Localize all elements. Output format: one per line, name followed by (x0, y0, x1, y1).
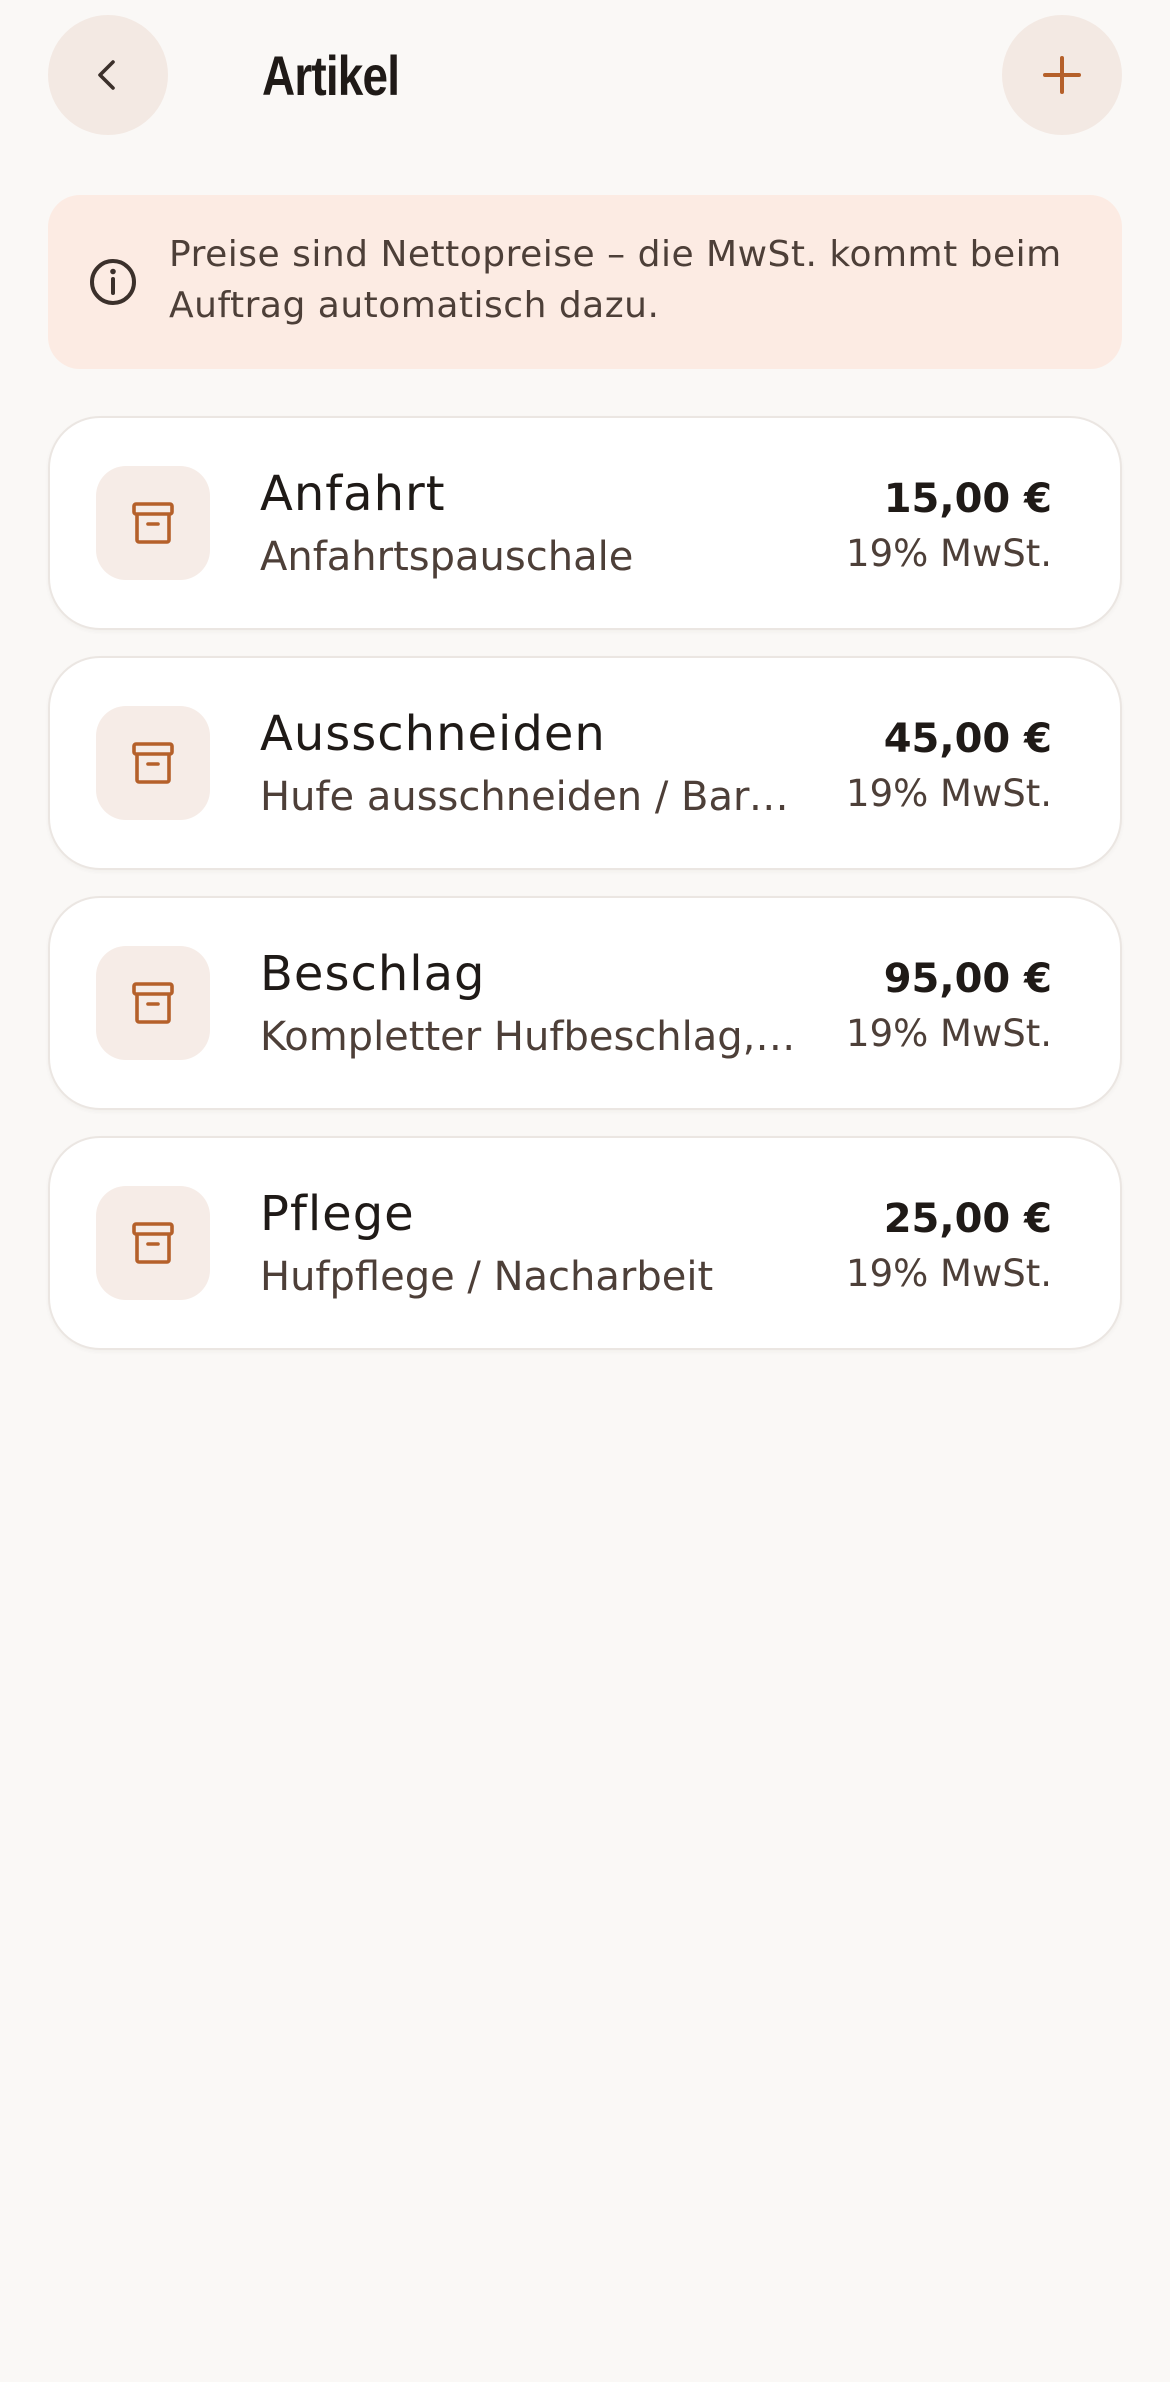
article-item-ausschneiden[interactable]: Ausschneiden Hufe ausschneiden / Barhuf … (48, 656, 1122, 870)
add-article-button[interactable] (1002, 15, 1122, 135)
article-name: Ausschneiden (260, 706, 606, 762)
archive-box-icon (132, 742, 174, 784)
archive-box-icon (132, 1222, 174, 1264)
article-description: Hufpflege / Nacharbeit (260, 1254, 714, 1300)
article-description: Hufe ausschneiden / Barhuf (260, 774, 800, 820)
article-tax-rate: 19% MwSt. (846, 1012, 1052, 1055)
article-icon-container (96, 706, 210, 820)
article-name: Pflege (260, 1186, 415, 1242)
info-banner: Preise sind Nettopreise – die MwSt. komm… (48, 195, 1122, 369)
article-description: Anfahrtspauschale (260, 534, 634, 580)
article-name: Beschlag (260, 946, 486, 1002)
chevron-left-icon (98, 60, 115, 90)
article-item-pflege[interactable]: Pflege Hufpflege / Nacharbeit 25,00 € 19… (48, 1136, 1122, 1350)
article-icon-container (96, 466, 210, 580)
article-list: Anfahrt Anfahrtspauschale 15,00 € 19% Mw… (48, 416, 1122, 1376)
back-button[interactable] (48, 15, 168, 135)
article-name: Anfahrt (260, 466, 446, 522)
article-item-anfahrt[interactable]: Anfahrt Anfahrtspauschale 15,00 € 19% Mw… (48, 416, 1122, 630)
article-icon-container (96, 1186, 210, 1300)
article-price: 95,00 € (883, 956, 1052, 1002)
article-tax-rate: 19% MwSt. (846, 532, 1052, 575)
archive-box-icon (132, 502, 174, 544)
plus-icon (1043, 56, 1081, 94)
page-title: Artikel (262, 44, 400, 107)
article-price: 45,00 € (883, 716, 1052, 762)
info-icon (90, 259, 136, 305)
article-item-beschlag[interactable]: Beschlag Kompletter Hufbeschlag, 4 Eisen… (48, 896, 1122, 1110)
top-bar: Artikel (0, 0, 1170, 150)
article-price: 15,00 € (883, 476, 1052, 522)
info-text: Preise sind Nettopreise – die MwSt. komm… (169, 234, 1062, 326)
article-tax-rate: 19% MwSt. (846, 772, 1052, 815)
article-icon-container (96, 946, 210, 1060)
article-description: Kompletter Hufbeschlag, 4 Eisen (260, 1014, 800, 1060)
article-tax-rate: 19% MwSt. (846, 1252, 1052, 1295)
article-price: 25,00 € (883, 1196, 1052, 1242)
archive-box-icon (132, 982, 174, 1024)
